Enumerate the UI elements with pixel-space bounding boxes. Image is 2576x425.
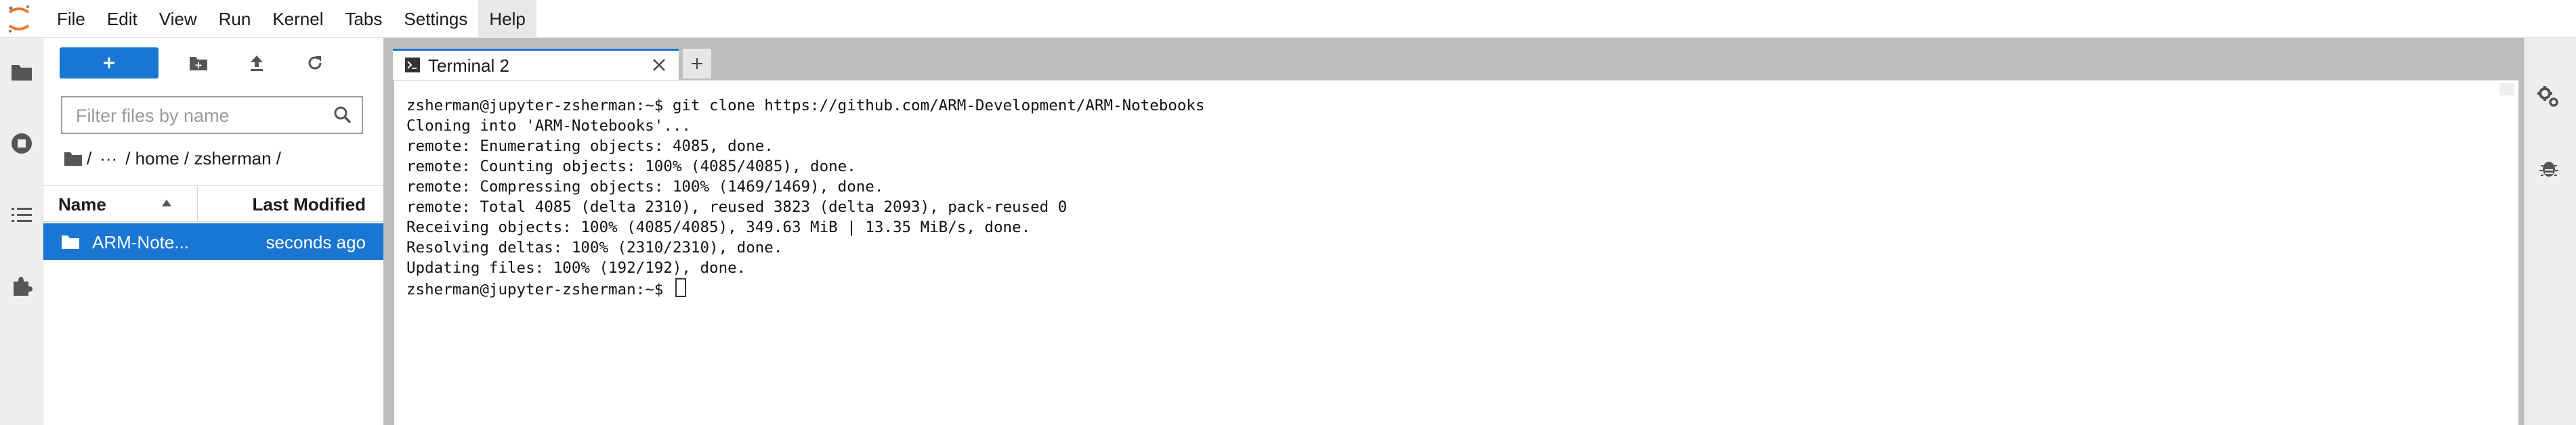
file-list-item[interactable]: ARM-Note... seconds ago: [43, 223, 383, 260]
breadcrumb-ellipsis[interactable]: ···: [100, 148, 117, 169]
new-launcher-button[interactable]: [60, 47, 159, 79]
terminal-icon: [405, 58, 420, 72]
property-inspector-icon[interactable]: [2527, 73, 2571, 122]
column-modified-label: Last Modified: [252, 194, 366, 215]
home-folder-icon[interactable]: [64, 150, 83, 166]
extension-icon[interactable]: [0, 261, 43, 310]
terminal-line: Receiving objects: 100% (4085/4085), 349…: [406, 219, 1031, 236]
menu-help[interactable]: Help: [478, 0, 536, 38]
filter-files-field[interactable]: [61, 96, 363, 134]
terminal-panel[interactable]: zsherman@jupyter-zsherman:~$ git clone h…: [394, 80, 2518, 425]
terminal-line: Cloning into 'ARM-Notebooks'...: [406, 117, 691, 135]
main-dock-area: Terminal 2 zsherman@jupyter-zsherman:~$ …: [393, 38, 2524, 425]
upload-icon: [251, 55, 263, 71]
jupyter-logo-icon[interactable]: [4, 3, 34, 35]
running-icon[interactable]: [0, 119, 43, 168]
refresh-icon: [308, 56, 322, 70]
terminal-line: Updating files: 100% (192/192), done.: [406, 259, 746, 277]
search-icon: [334, 106, 352, 124]
folder-icon: [62, 236, 79, 249]
plus-icon: [104, 58, 114, 68]
tab-label: Terminal 2: [428, 55, 509, 76]
menu-view[interactable]: View: [148, 0, 208, 38]
menu-run[interactable]: Run: [208, 0, 262, 38]
tab-bar: Terminal 2: [393, 43, 2524, 80]
column-header-name[interactable]: Name: [43, 186, 198, 221]
refresh-button[interactable]: [299, 47, 331, 79]
toc-icon[interactable]: [0, 191, 43, 240]
new-folder-button[interactable]: [183, 47, 214, 79]
terminal-output: zsherman@jupyter-zsherman:~$ git clone h…: [406, 95, 1205, 300]
terminal-line: remote: Compressing objects: 100% (1469/…: [406, 178, 884, 196]
new-folder-icon: [190, 57, 207, 70]
menu-file[interactable]: File: [46, 0, 96, 38]
right-sidebar: [2524, 38, 2576, 425]
upload-button[interactable]: [241, 47, 272, 79]
terminal-line: remote: Counting objects: 100% (4085/408…: [406, 158, 856, 175]
menu-kernel[interactable]: Kernel: [261, 0, 334, 38]
menu-items: File Edit View Run Kernel Tabs Settings …: [46, 0, 536, 38]
file-browser-toolbar: [43, 38, 383, 89]
menu-tabs[interactable]: Tabs: [334, 0, 393, 38]
terminal-prompt: zsherman@jupyter-zsherman:~$: [406, 281, 673, 298]
terminal-line: remote: Total 4085 (delta 2310), reused …: [406, 198, 1068, 216]
folder-icon[interactable]: [0, 47, 43, 96]
terminal-line: remote: Enumerating objects: 4085, done.: [406, 137, 774, 155]
menu-settings[interactable]: Settings: [393, 0, 478, 38]
tab-terminal-2[interactable]: Terminal 2: [393, 49, 679, 80]
file-name: ARM-Note...: [92, 232, 190, 252]
terminal-line: zsherman@jupyter-zsherman:~$ git clone h…: [406, 97, 1205, 114]
column-header-modified[interactable]: Last Modified: [198, 186, 383, 221]
menu-bar: File Edit View Run Kernel Tabs Settings …: [0, 0, 2576, 38]
sidebar-splitter[interactable]: [383, 38, 393, 425]
terminal-scrollbar[interactable]: [2499, 83, 2514, 95]
file-list-header: Name Last Modified: [43, 185, 383, 222]
breadcrumb-path[interactable]: / home / zsherman /: [125, 148, 281, 169]
add-tab-button[interactable]: [683, 49, 711, 79]
menu-edit[interactable]: Edit: [96, 0, 148, 38]
filter-files-input[interactable]: [75, 103, 321, 129]
plus-icon: [692, 58, 702, 69]
column-name-label: Name: [58, 194, 106, 215]
terminal-cursor: [675, 278, 686, 297]
breadcrumb-root[interactable]: /: [87, 148, 91, 169]
file-modified: seconds ago: [266, 232, 366, 252]
close-icon[interactable]: [652, 58, 667, 72]
breadcrumb: / ··· / home / zsherman /: [64, 145, 285, 172]
left-sidebar: [0, 38, 43, 425]
terminal-line: Resolving deltas: 100% (2310/2310), done…: [406, 239, 783, 256]
sort-ascending-icon: [162, 200, 171, 206]
debugger-icon[interactable]: [2527, 143, 2571, 192]
file-browser: / ··· / home / zsherman / Name Last Modi…: [43, 38, 383, 425]
